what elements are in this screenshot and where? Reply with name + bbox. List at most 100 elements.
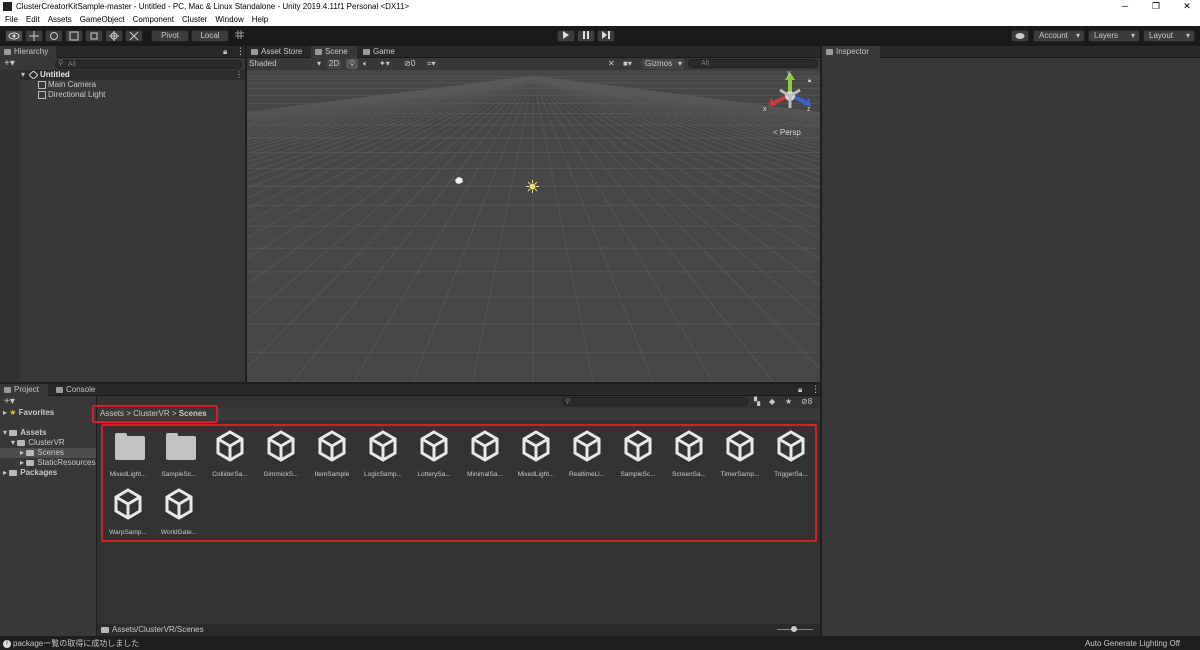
custom-tool-button[interactable] — [125, 30, 143, 42]
transform-tool-button[interactable] — [105, 30, 123, 42]
asset-scene[interactable]: MinimalSa... — [462, 426, 508, 482]
camera-icon[interactable]: ■▾ — [623, 59, 632, 68]
menu-edit[interactable]: Edit — [22, 13, 44, 26]
asset-scene[interactable]: WorldGate... — [156, 484, 202, 540]
shading-mode-dropdown[interactable]: Shaded ▾ — [249, 59, 321, 69]
asset-scene[interactable]: TimerSamp... — [717, 426, 763, 482]
tab-project[interactable]: Project — [0, 384, 48, 396]
hierarchy-search-input[interactable]: All — [55, 60, 242, 69]
menu-component[interactable]: Component — [129, 13, 178, 26]
project-search-input[interactable] — [562, 397, 748, 406]
hidden-objects-toggle[interactable]: ⊘0 — [404, 59, 415, 68]
projection-toggle[interactable]: < Persp — [773, 128, 801, 137]
play-button[interactable] — [557, 30, 575, 42]
menu-window[interactable]: Window — [211, 13, 247, 26]
more-icon[interactable]: ⋮ — [811, 384, 820, 395]
grid-toggle-icon[interactable]: ⌗▾ — [427, 59, 436, 69]
asset-scene[interactable]: RealtimeLi... — [564, 426, 610, 482]
scene-viewport[interactable]: y x z 🔒︎ < Persp — [247, 70, 820, 382]
tab-game[interactable]: Game — [359, 46, 403, 58]
lock-icon[interactable]: 🔒︎ — [223, 47, 227, 57]
menu-assets[interactable]: Assets — [44, 13, 76, 26]
menu-file[interactable]: File — [0, 13, 22, 26]
scene-search-input[interactable]: All — [688, 59, 818, 68]
2d-toggle[interactable]: 2D — [327, 59, 341, 69]
hidden-packages-toggle[interactable]: ⊘8 — [801, 397, 812, 406]
tab-scene[interactable]: Scene — [311, 46, 357, 58]
tree-static-resources[interactable]: ▸ StaticResources — [20, 458, 96, 468]
camera-gizmo-icon[interactable] — [454, 176, 464, 185]
scene-menu-icon[interactable]: ⋮ — [235, 70, 243, 80]
grid-snap-button[interactable] — [232, 30, 246, 42]
menu-cluster[interactable]: Cluster — [178, 13, 211, 26]
gizmo-lock-icon[interactable]: 🔒︎ — [808, 78, 811, 85]
asset-folder[interactable]: SampleSc... — [156, 426, 202, 482]
menu-gameobject[interactable]: GameObject — [76, 13, 129, 26]
minimize-button[interactable]: ─ — [1113, 0, 1137, 13]
folder-icon — [9, 429, 18, 436]
scene-row[interactable]: ▾ Untitled ⋮ — [0, 70, 245, 80]
tab-hierarchy[interactable]: Hierarchy — [0, 46, 56, 58]
close-button[interactable]: ✕ — [1175, 0, 1199, 13]
hierarchy-item[interactable]: Main Camera — [0, 80, 245, 90]
collab-button[interactable] — [1011, 30, 1029, 42]
asset-scene[interactable]: ScreenSa... — [666, 426, 712, 482]
asset-scene[interactable]: ColliderSa... — [207, 426, 253, 482]
tree-clustervr[interactable]: ▾ ClusterVR — [11, 438, 65, 448]
slider-handle[interactable] — [791, 626, 797, 632]
more-icon[interactable]: ⋮ — [236, 46, 245, 57]
asset-scene[interactable]: SampleSc... — [615, 426, 661, 482]
layers-dropdown[interactable]: Layers ▾ — [1088, 30, 1140, 42]
tab-asset-store[interactable]: Asset Store — [247, 46, 309, 58]
menu-help[interactable]: Help — [248, 13, 272, 26]
account-dropdown[interactable]: Account ▾ — [1033, 30, 1085, 42]
lighting-status[interactable]: Auto Generate Lighting Off — [1085, 638, 1180, 650]
create-plus-icon[interactable]: +▾ — [4, 396, 15, 408]
scene-grid — [247, 75, 820, 382]
rect-tool-button[interactable] — [85, 30, 103, 42]
tree-packages[interactable]: ▸ Packages — [3, 468, 57, 478]
light-gizmo-icon[interactable] — [526, 180, 539, 193]
tree-favorites[interactable]: ▸ ★ Favorites — [3, 408, 54, 418]
asset-scene[interactable]: LotterySa... — [411, 426, 457, 482]
rotate-tool-button[interactable] — [45, 30, 63, 42]
filter-label-icon[interactable]: ◆ — [769, 397, 775, 406]
view-tool-button[interactable] — [5, 30, 23, 42]
local-toggle[interactable]: Local — [191, 30, 229, 42]
asset-scene[interactable]: WarpSamp... — [105, 484, 151, 540]
asset-folder[interactable]: MixedLight... — [105, 426, 151, 482]
asset-scene[interactable]: ItemSample — [309, 426, 355, 482]
audio-toggle-icon[interactable]: 🔈︎ — [363, 59, 368, 69]
tree-assets[interactable]: ▾ Assets — [3, 428, 47, 438]
breadcrumb-item[interactable]: ClusterVR — [133, 409, 169, 418]
move-tool-button[interactable] — [25, 30, 43, 42]
asset-scene[interactable]: GimmickS... — [258, 426, 304, 482]
effects-toggle-icon[interactable]: ✦▾ — [379, 59, 390, 68]
tree-scenes-selected[interactable]: ▸ Scenes — [0, 448, 96, 458]
expand-arrow-icon[interactable]: ▾ — [21, 70, 25, 80]
layout-dropdown[interactable]: Layout ▾ — [1143, 30, 1195, 42]
asset-scene[interactable]: LogicSamp... — [360, 426, 406, 482]
hierarchy-item[interactable]: Directional Light — [0, 90, 245, 100]
create-plus-icon[interactable]: +▾ — [4, 58, 15, 70]
project-assets-panel: ⚲ ▚ ◆ ★ ⊘8 Assets > ClusterVR > Scenes M… — [97, 396, 820, 636]
local-label: Local — [200, 31, 220, 40]
favorite-star-icon[interactable]: ★ — [785, 397, 792, 406]
asset-scene[interactable]: MixedLight... — [513, 426, 559, 482]
step-button[interactable] — [597, 30, 615, 42]
breadcrumb-current[interactable]: Scenes — [179, 409, 207, 418]
pause-button[interactable] — [577, 30, 595, 42]
maximize-button[interactable]: ❐ — [1144, 0, 1168, 13]
lock-icon[interactable]: 🔒︎ — [798, 385, 802, 395]
tab-inspector[interactable]: Inspector — [822, 46, 880, 58]
tab-console[interactable]: Console — [52, 384, 100, 396]
asset-scene[interactable]: TriggerSa... — [768, 426, 814, 482]
scale-tool-button[interactable] — [65, 30, 83, 42]
tools-icon[interactable]: ✕ — [608, 59, 615, 68]
gizmos-dropdown[interactable]: Gizmos ▾ — [642, 59, 684, 69]
asset-label: TimerSamp... — [720, 471, 760, 478]
lighting-toggle-icon[interactable]: 💡︎ — [346, 59, 358, 69]
breadcrumb-item[interactable]: Assets — [100, 409, 124, 418]
filter-type-icon[interactable]: ▚ — [754, 397, 760, 406]
pivot-toggle[interactable]: Pivot — [151, 30, 189, 42]
